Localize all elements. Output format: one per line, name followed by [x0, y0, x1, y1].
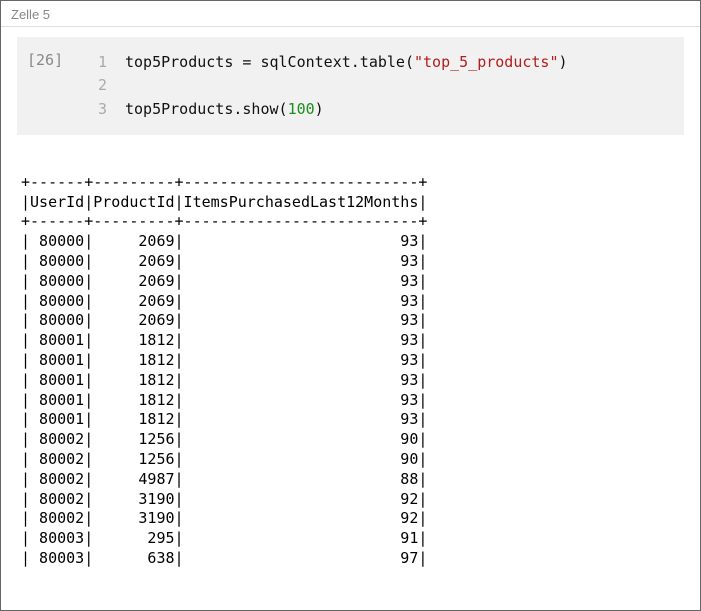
- cell-label: Zelle 5: [1, 1, 700, 27]
- code-cell[interactable]: [26] 1 2 3 top5Products = sqlContext.tab…: [17, 37, 684, 135]
- cell-output: +------+---------+----------------------…: [21, 173, 700, 569]
- execution-count: [26]: [27, 51, 87, 69]
- code-editor[interactable]: top5Products = sqlContext.table("top_5_p…: [125, 51, 568, 121]
- line-number-gutter: 1 2 3: [87, 51, 125, 121]
